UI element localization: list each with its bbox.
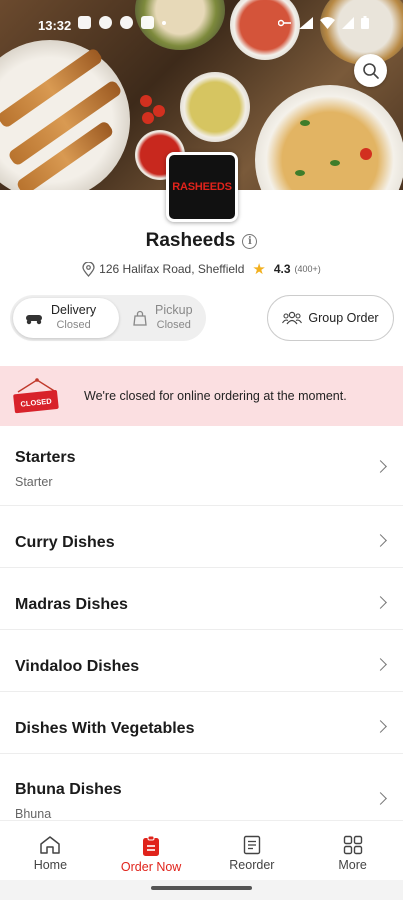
shopping-bag-icon	[133, 310, 147, 326]
herb	[330, 160, 340, 166]
logo-text: RASHEEDS	[172, 181, 232, 193]
dot-icon	[162, 20, 166, 25]
group-order-label: Group Order	[308, 311, 379, 325]
search-button[interactable]	[354, 54, 387, 87]
star-icon: ★	[252, 261, 266, 278]
nav-reorder[interactable]: Reorder	[202, 821, 303, 880]
location-pin-icon	[82, 261, 95, 277]
rating-value: 4.3	[273, 262, 291, 276]
nav-home-label: Home	[33, 858, 68, 872]
info-icon[interactable]: i	[242, 233, 258, 249]
tomato	[360, 148, 372, 160]
notification-icon	[78, 16, 91, 29]
nav-order-now-label: Order Now	[120, 860, 182, 874]
category-item-vindaloo[interactable]: Vindaloo Dishes	[0, 630, 403, 692]
category-item-vegetables[interactable]: Dishes With Vegetables	[0, 692, 403, 754]
group-icon	[282, 311, 303, 325]
delivery-status: Closed	[56, 319, 91, 331]
pickup-option[interactable]: Pickup Closed	[127, 298, 207, 338]
review-count: (400+)	[294, 264, 321, 274]
herb	[300, 120, 310, 126]
restaurant-address: 126 Halifax Road, Sheffield	[99, 262, 245, 276]
category-title: Madras Dishes	[15, 596, 128, 613]
category-title: Curry Dishes	[15, 534, 115, 551]
chevron-right-icon	[374, 658, 387, 671]
status-bar: 13:32	[0, 10, 403, 38]
tomato	[153, 105, 165, 117]
category-title: Starters	[15, 449, 76, 466]
category-item-madras[interactable]: Madras Dishes	[0, 568, 403, 630]
pasta-plate	[255, 85, 403, 190]
restaurant-logo: RASHEEDS	[166, 152, 238, 222]
nav-more[interactable]: More	[302, 821, 403, 880]
receipt-icon	[243, 835, 261, 855]
category-title: Vindaloo Dishes	[15, 658, 140, 675]
nav-home[interactable]: Home	[0, 821, 101, 880]
home-icon	[40, 836, 61, 854]
order-mode-toggle: Delivery Closed Pickup Closed	[10, 295, 206, 341]
category-title: Dishes With Vegetables	[15, 720, 195, 737]
tomato	[142, 112, 154, 124]
pickup-label: Pickup	[155, 303, 193, 317]
category-title: Bhuna Dishes	[15, 781, 122, 798]
category-subtitle: Bhuna	[15, 807, 52, 821]
restaurant-name: Rasheeds	[145, 230, 236, 251]
nav-order-now[interactable]: Order Now	[101, 821, 202, 880]
home-gesture-bar[interactable]	[151, 886, 252, 890]
category-item-starters[interactable]: Starters Starter	[0, 426, 403, 506]
battery-icon	[361, 16, 369, 29]
herb	[295, 170, 305, 176]
chevron-right-icon	[374, 720, 387, 733]
dip-bowl	[180, 72, 250, 142]
category-subtitle: Starter	[15, 475, 53, 489]
notification-icons	[78, 16, 166, 29]
chevron-right-icon	[374, 534, 387, 547]
play-icon	[120, 16, 133, 29]
square-icon	[141, 16, 154, 29]
status-time: 13:32	[38, 18, 72, 33]
nav-more-label: More	[338, 858, 367, 872]
mobile-signal-icon	[299, 16, 313, 29]
system-icons	[278, 16, 369, 29]
delivery-option[interactable]: Delivery Closed	[13, 298, 119, 338]
address-row: 126 Halifax Road, Sheffield ★ 4.3 (400+)	[0, 260, 403, 278]
grid-icon	[343, 835, 362, 855]
scooter-icon	[26, 315, 42, 325]
closed-sign-icon: CLOSED	[12, 378, 62, 419]
signal-icon	[342, 16, 354, 29]
order-icon	[143, 835, 160, 856]
restaurant-name-row: Rasheeds i	[0, 230, 403, 252]
search-icon	[362, 62, 379, 79]
shield-icon	[99, 16, 112, 29]
key-icon	[278, 19, 291, 26]
chevron-right-icon	[374, 596, 387, 609]
category-item-curry[interactable]: Curry Dishes	[0, 506, 403, 568]
bottom-navigation: Home Order Now Reorder More	[0, 820, 403, 880]
nav-reorder-label: Reorder	[229, 858, 275, 872]
wifi-icon	[320, 16, 335, 29]
system-nav-area	[0, 880, 403, 900]
chevron-right-icon	[374, 460, 387, 473]
pickup-status: Closed	[156, 319, 191, 331]
delivery-label: Delivery	[51, 303, 97, 317]
chevron-right-icon	[374, 792, 387, 805]
tomato	[140, 95, 152, 107]
group-order-button[interactable]: Group Order	[267, 295, 394, 341]
closed-message: We're closed for online ordering at the …	[84, 389, 347, 403]
